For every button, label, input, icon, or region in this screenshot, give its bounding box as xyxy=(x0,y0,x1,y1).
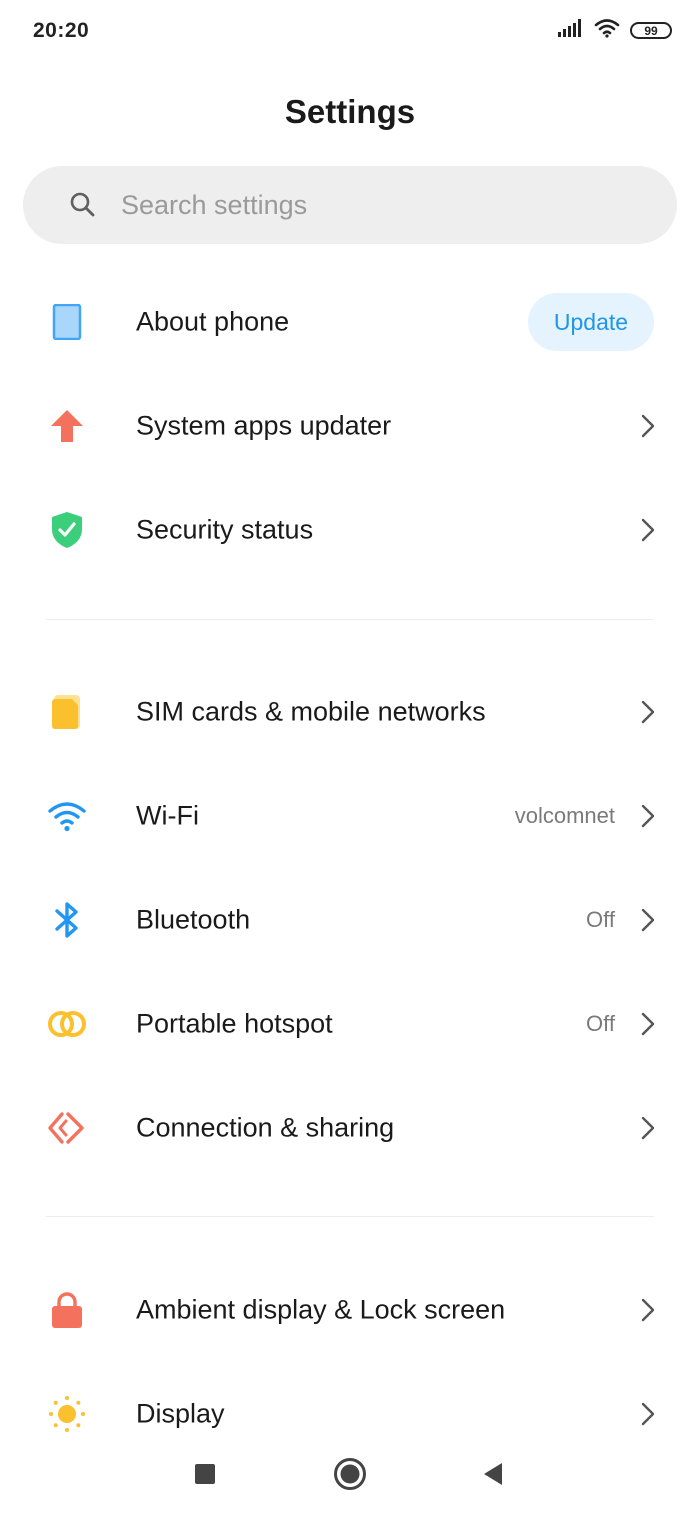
item-label: Display xyxy=(136,1398,225,1429)
recents-square-icon[interactable] xyxy=(183,1452,227,1496)
page-title: Settings xyxy=(284,93,416,130)
chevron-right-icon xyxy=(641,804,655,828)
sim-card-icon xyxy=(44,689,90,735)
navigation-bar xyxy=(0,1432,700,1517)
signal-icon xyxy=(558,19,584,42)
settings-item-connection-sharing[interactable]: Connection & sharing xyxy=(0,1076,700,1180)
status-time: 20:20 xyxy=(33,19,90,42)
search-input[interactable] xyxy=(121,166,641,244)
settings-item-wifi[interactable]: Wi-Fi volcomnet xyxy=(0,764,700,868)
battery-icon: 99 xyxy=(630,22,672,39)
bluetooth-icon xyxy=(44,897,90,943)
item-label: Connection & sharing xyxy=(136,1112,395,1143)
item-label: System apps updater xyxy=(136,410,392,441)
settings-item-security-status[interactable]: Security status xyxy=(0,478,700,582)
wifi-network-name: volcomnet xyxy=(514,803,615,828)
item-label: Wi-Fi xyxy=(136,800,199,831)
chevron-right-icon xyxy=(641,518,655,542)
settings-item-bluetooth[interactable]: Bluetooth Off xyxy=(0,868,700,972)
chevron-right-icon xyxy=(641,1012,655,1036)
connection-sharing-icon xyxy=(44,1105,90,1151)
chevron-right-icon xyxy=(641,1298,655,1322)
chevron-right-icon xyxy=(641,908,655,932)
settings-item-portable-hotspot[interactable]: Portable hotspot Off xyxy=(0,972,700,1076)
arrow-up-icon xyxy=(44,403,90,449)
hotspot-status: Off xyxy=(586,1011,615,1036)
item-label: Bluetooth xyxy=(136,904,251,935)
chevron-right-icon xyxy=(641,1116,655,1140)
search-bar[interactable] xyxy=(23,166,677,244)
section-divider xyxy=(46,619,654,620)
status-icons: 99 xyxy=(558,18,672,43)
item-label: Ambient display & Lock screen xyxy=(136,1294,506,1325)
update-button[interactable]: Update xyxy=(528,293,654,351)
bluetooth-status: Off xyxy=(586,907,615,932)
search-icon xyxy=(69,191,97,224)
battery-level: 99 xyxy=(644,23,658,38)
home-circle-icon[interactable] xyxy=(328,1452,372,1496)
settings-item-sim-cards[interactable]: SIM cards & mobile networks xyxy=(0,660,700,764)
wifi-icon xyxy=(44,793,90,839)
lock-icon xyxy=(44,1287,90,1333)
sun-icon xyxy=(44,1391,90,1437)
item-label: SIM cards & mobile networks xyxy=(136,696,486,727)
shield-check-icon xyxy=(44,507,90,553)
settings-item-ambient-lock-screen[interactable]: Ambient display & Lock screen xyxy=(0,1258,700,1362)
item-label: Security status xyxy=(136,514,314,545)
item-label: Portable hotspot xyxy=(136,1008,333,1039)
settings-item-system-apps-updater[interactable]: System apps updater xyxy=(0,374,700,478)
section-divider xyxy=(46,1216,654,1217)
back-triangle-icon[interactable] xyxy=(471,1452,515,1496)
item-label: About phone xyxy=(136,306,290,337)
chevron-right-icon xyxy=(641,414,655,438)
status-bar: 20:20 99 xyxy=(0,0,700,64)
settings-item-about-phone[interactable]: About phone Update xyxy=(0,270,700,374)
phone-icon xyxy=(44,299,90,345)
hotspot-icon xyxy=(44,1001,90,1047)
chevron-right-icon xyxy=(641,700,655,724)
chevron-right-icon xyxy=(641,1402,655,1426)
wifi-icon xyxy=(594,18,620,43)
